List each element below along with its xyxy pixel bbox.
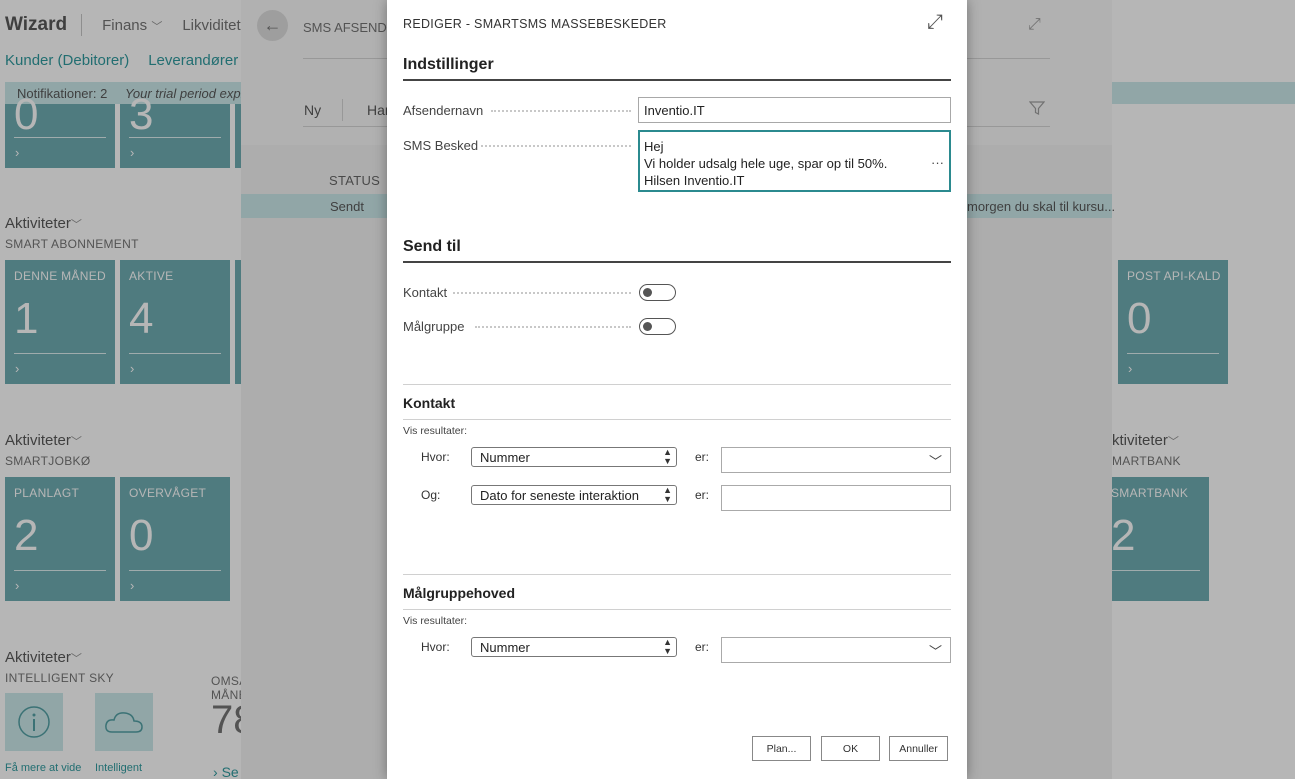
condition-label: Hvor:: [421, 640, 450, 654]
operator-label: er:: [695, 450, 710, 464]
message-line: Vi holder udsalg hele uge, spar op til 5…: [644, 156, 888, 171]
select-value: Dato for seneste interaktion: [480, 488, 639, 503]
operator-label: er:: [695, 488, 710, 502]
cancel-button[interactable]: Annuller: [889, 736, 948, 761]
show-results-label: Vis resultater:: [403, 425, 467, 437]
value-input[interactable]: [721, 485, 951, 511]
edit-dialog: REDIGER - SMARTSMS MASSEBESKEDER ⤢ Indst…: [387, 0, 967, 779]
field-dots: [481, 145, 631, 147]
target-group-toggle[interactable]: [639, 318, 676, 335]
field-dots: [491, 110, 631, 112]
target-toggle-label: Målgruppe: [403, 319, 465, 334]
contact-toggle[interactable]: [639, 284, 676, 301]
section-divider: [403, 574, 951, 575]
message-label: SMS Besked: [403, 138, 479, 153]
updown-arrow-icon: ▲ ▼: [663, 637, 672, 656]
condition-label: Og:: [421, 488, 441, 502]
group-divider: [403, 79, 951, 81]
group-title-send-to: Send til: [403, 238, 461, 255]
section-divider: [403, 384, 951, 385]
contact-section-title: Kontakt: [403, 395, 456, 411]
target-section-title: Målgruppehoved: [403, 585, 516, 601]
message-line: Hilsen Inventio.IT: [644, 173, 745, 188]
select-value: Nummer: [480, 450, 530, 465]
select-value: Nummer: [480, 640, 530, 655]
condition-label: Hvor:: [421, 450, 450, 464]
sender-label: Afsendernavn: [403, 103, 484, 118]
value-dropdown[interactable]: ﹀: [721, 447, 951, 473]
toggle-knob: [643, 288, 652, 297]
updown-arrow-icon: ▲ ▼: [663, 447, 672, 466]
field-dots: [453, 292, 631, 294]
field-select[interactable]: Dato for seneste interaktion ▲ ▼: [471, 485, 677, 505]
ok-button[interactable]: OK: [821, 736, 880, 761]
chevron-down-icon: ﹀: [928, 454, 942, 469]
field-dots: [475, 326, 631, 328]
group-divider: [403, 261, 951, 263]
field-select[interactable]: Nummer ▲ ▼: [471, 447, 677, 467]
updown-arrow-icon: ▲ ▼: [663, 485, 672, 504]
field-select[interactable]: Nummer ▲ ▼: [471, 637, 677, 657]
value-dropdown[interactable]: ﹀: [721, 637, 951, 663]
expand-icon[interactable]: ⤢: [927, 11, 943, 34]
more-options-icon[interactable]: ···: [931, 154, 944, 171]
section-divider: [403, 419, 951, 420]
toggle-knob: [643, 322, 652, 331]
dialog-title: REDIGER - SMARTSMS MASSEBESKEDER: [403, 17, 667, 31]
message-line: Hej: [644, 139, 664, 154]
chevron-down-icon: ﹀: [928, 644, 942, 659]
show-results-label: Vis resultater:: [403, 615, 467, 627]
sender-name-field[interactable]: Inventio.IT: [638, 97, 951, 123]
section-divider: [403, 609, 951, 610]
group-title-settings: Indstillinger: [403, 56, 494, 73]
operator-label: er:: [695, 640, 710, 654]
plan-button[interactable]: Plan...: [752, 736, 811, 761]
contact-toggle-label: Kontakt: [403, 285, 448, 300]
sms-message-field[interactable]: Hej Vi holder udsalg hele uge, spar op t…: [638, 130, 951, 192]
